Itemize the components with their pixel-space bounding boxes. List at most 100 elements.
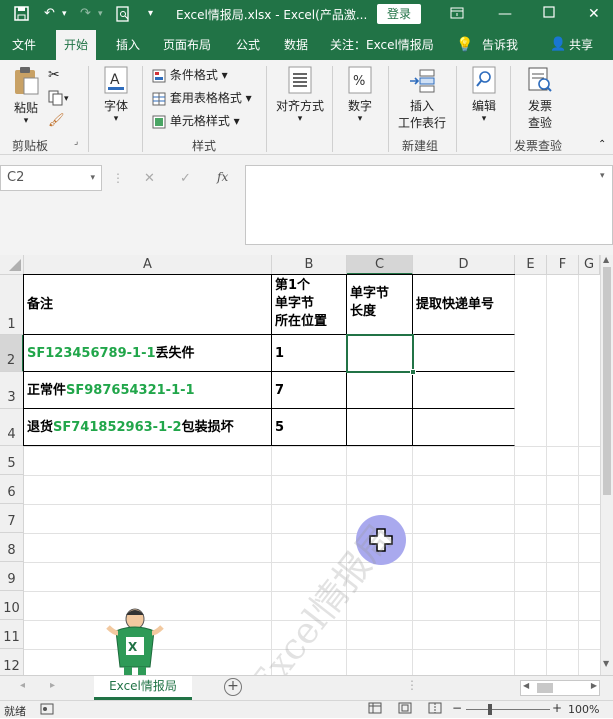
customize-toolbar-icon[interactable]: ▾ bbox=[148, 6, 153, 22]
tell-me-search[interactable]: 告诉我 bbox=[482, 30, 518, 60]
row-header-1[interactable]: 1 bbox=[0, 275, 24, 335]
insert-function-icon[interactable]: fx bbox=[217, 170, 228, 184]
select-all-corner[interactable] bbox=[0, 255, 24, 275]
zoom-slider-thumb[interactable] bbox=[488, 704, 492, 715]
tab-split-handle-icon[interactable]: ⋮ bbox=[406, 678, 418, 692]
row-header-8[interactable]: 8 bbox=[0, 533, 24, 562]
share-button[interactable]: 共享 bbox=[569, 30, 593, 60]
redo-icon[interactable]: ↷ bbox=[80, 6, 91, 22]
format-painter-icon[interactable]: 🖌 bbox=[48, 112, 65, 130]
row-header-5[interactable]: 5 bbox=[0, 446, 24, 475]
invoice-check-button[interactable]: 发票 查验 bbox=[518, 66, 562, 131]
cell-a3[interactable]: 正常件SF987654321-1-1 bbox=[24, 372, 272, 409]
row-header-3[interactable]: 3 bbox=[0, 372, 24, 409]
row-header-9[interactable]: 9 bbox=[0, 562, 24, 591]
copy-icon[interactable] bbox=[48, 90, 64, 108]
name-box[interactable]: C2 ▾ bbox=[0, 165, 102, 191]
cut-icon[interactable]: ✂ bbox=[48, 66, 60, 84]
row-header-11[interactable]: 11 bbox=[0, 620, 24, 649]
formula-input[interactable] bbox=[245, 165, 613, 245]
sheet-tab-excel[interactable]: Excel情报局 bbox=[94, 676, 192, 700]
undo-dropdown-icon[interactable]: ▾ bbox=[62, 6, 67, 22]
alignment-button[interactable]: 对齐方式 ▾ bbox=[274, 66, 326, 124]
row-header-4[interactable]: 4 bbox=[0, 409, 24, 446]
copy-dropdown-icon[interactable]: ▾ bbox=[64, 90, 69, 108]
column-header-c[interactable]: C bbox=[347, 255, 413, 275]
expand-formula-bar-icon[interactable]: ▾ bbox=[600, 171, 605, 181]
tab-follow[interactable]: 关注：Excel情报局 bbox=[330, 30, 434, 60]
tab-file[interactable]: 文件 bbox=[12, 30, 36, 60]
worksheet-grid[interactable]: A B C D E F G 1 2 3 4 5 6 7 8 9 10 11 12… bbox=[0, 255, 600, 675]
zoom-out-icon[interactable]: − bbox=[452, 701, 462, 715]
scroll-thumb[interactable] bbox=[603, 267, 611, 495]
tab-insert[interactable]: 插入 bbox=[116, 30, 140, 60]
cell-b3[interactable]: 7 bbox=[272, 372, 347, 409]
clipboard-launcher-icon[interactable]: ⌟ bbox=[74, 137, 78, 147]
insert-sheet-rows-button[interactable]: 插入 工作表行 bbox=[394, 66, 450, 131]
cell-b1[interactable]: 第1个 单字节 所在位置 bbox=[272, 275, 347, 335]
font-button[interactable]: A 字体 ▾ bbox=[96, 66, 136, 124]
cell-styles-button[interactable]: 单元格样式 ▾ bbox=[152, 112, 240, 130]
paste-button[interactable]: 粘贴 ▾ bbox=[8, 66, 44, 126]
cell-b2[interactable]: 1 bbox=[272, 335, 347, 372]
tab-data[interactable]: 数据 bbox=[284, 30, 308, 60]
tab-home[interactable]: 开始 bbox=[56, 30, 97, 60]
cell-a2[interactable]: SF123456789-1-1丢失件 bbox=[24, 335, 272, 372]
cell-c3[interactable] bbox=[347, 372, 413, 409]
fill-handle[interactable] bbox=[410, 369, 416, 375]
cell-d2[interactable] bbox=[413, 335, 515, 372]
macro-record-icon[interactable] bbox=[40, 703, 54, 718]
cell-c1[interactable]: 单字节 长度 bbox=[347, 275, 413, 335]
normal-view-icon[interactable] bbox=[368, 702, 382, 717]
column-header-b[interactable]: B bbox=[272, 255, 347, 275]
row-header-6[interactable]: 6 bbox=[0, 475, 24, 504]
cell-c4[interactable] bbox=[347, 409, 413, 446]
sheet-tabs-bar: ◂ ▸ Excel情报局 + ⋮ ◀ ▶ bbox=[0, 675, 613, 700]
row-header-7[interactable]: 7 bbox=[0, 504, 24, 533]
cell-a1[interactable]: 备注 bbox=[24, 275, 272, 335]
row-header-10[interactable]: 10 bbox=[0, 591, 24, 620]
redo-dropdown-icon[interactable]: ▾ bbox=[98, 6, 103, 22]
column-header-d[interactable]: D bbox=[413, 255, 515, 275]
edit-button[interactable]: 编辑 ▾ bbox=[464, 66, 504, 124]
minimize-icon[interactable]: — bbox=[498, 6, 512, 22]
cell-d1[interactable]: 提取快递单号 bbox=[413, 275, 515, 335]
column-header-e[interactable]: E bbox=[515, 255, 547, 275]
prev-sheet-icon[interactable]: ◂ bbox=[20, 680, 25, 691]
row-header-12[interactable]: 12 bbox=[0, 649, 24, 675]
cell-d4[interactable] bbox=[413, 409, 515, 446]
save-icon[interactable] bbox=[14, 6, 29, 22]
number-button[interactable]: % 数字 ▾ bbox=[340, 66, 380, 124]
row-header-2[interactable]: 2 bbox=[0, 335, 24, 372]
tab-page-layout[interactable]: 页面布局 bbox=[163, 30, 211, 60]
tab-formulas[interactable]: 公式 bbox=[236, 30, 260, 60]
horizontal-scrollbar[interactable]: ◀ ▶ bbox=[520, 680, 600, 696]
enter-icon[interactable]: ✓ bbox=[180, 171, 191, 186]
close-icon[interactable]: ✕ bbox=[588, 6, 600, 22]
column-header-f[interactable]: F bbox=[547, 255, 579, 275]
zoom-in-icon[interactable]: + bbox=[552, 701, 562, 715]
format-as-table-button[interactable]: 套用表格格式 ▾ bbox=[152, 89, 252, 107]
undo-icon[interactable]: ↶ bbox=[44, 6, 55, 22]
print-preview-icon[interactable] bbox=[116, 6, 130, 22]
group-divider bbox=[142, 66, 143, 152]
scroll-right-icon: ▶ bbox=[590, 681, 597, 690]
zoom-slider[interactable] bbox=[466, 709, 550, 710]
column-header-a[interactable]: A bbox=[24, 255, 272, 275]
cell-b4[interactable]: 5 bbox=[272, 409, 347, 446]
conditional-format-button[interactable]: 条件格式 ▾ bbox=[152, 66, 228, 84]
next-sheet-icon[interactable]: ▸ bbox=[50, 680, 55, 691]
maximize-icon[interactable] bbox=[543, 6, 555, 22]
column-header-g[interactable]: G bbox=[579, 255, 600, 275]
cell-d3[interactable] bbox=[413, 372, 515, 409]
ribbon-display-options-icon[interactable] bbox=[450, 6, 464, 22]
cell-a4[interactable]: 退货SF741852963-1-2包装损坏 bbox=[24, 409, 272, 446]
login-button[interactable]: 登录 bbox=[377, 4, 421, 24]
add-sheet-icon[interactable]: + bbox=[224, 678, 242, 696]
collapse-ribbon-icon[interactable]: ⌃ bbox=[598, 136, 606, 154]
page-layout-view-icon[interactable] bbox=[398, 702, 412, 717]
vertical-scrollbar[interactable]: ▲ ▼ bbox=[600, 255, 613, 675]
zoom-level[interactable]: 100% bbox=[568, 703, 599, 716]
page-break-view-icon[interactable] bbox=[428, 702, 442, 717]
cancel-icon[interactable]: ✕ bbox=[144, 171, 155, 186]
